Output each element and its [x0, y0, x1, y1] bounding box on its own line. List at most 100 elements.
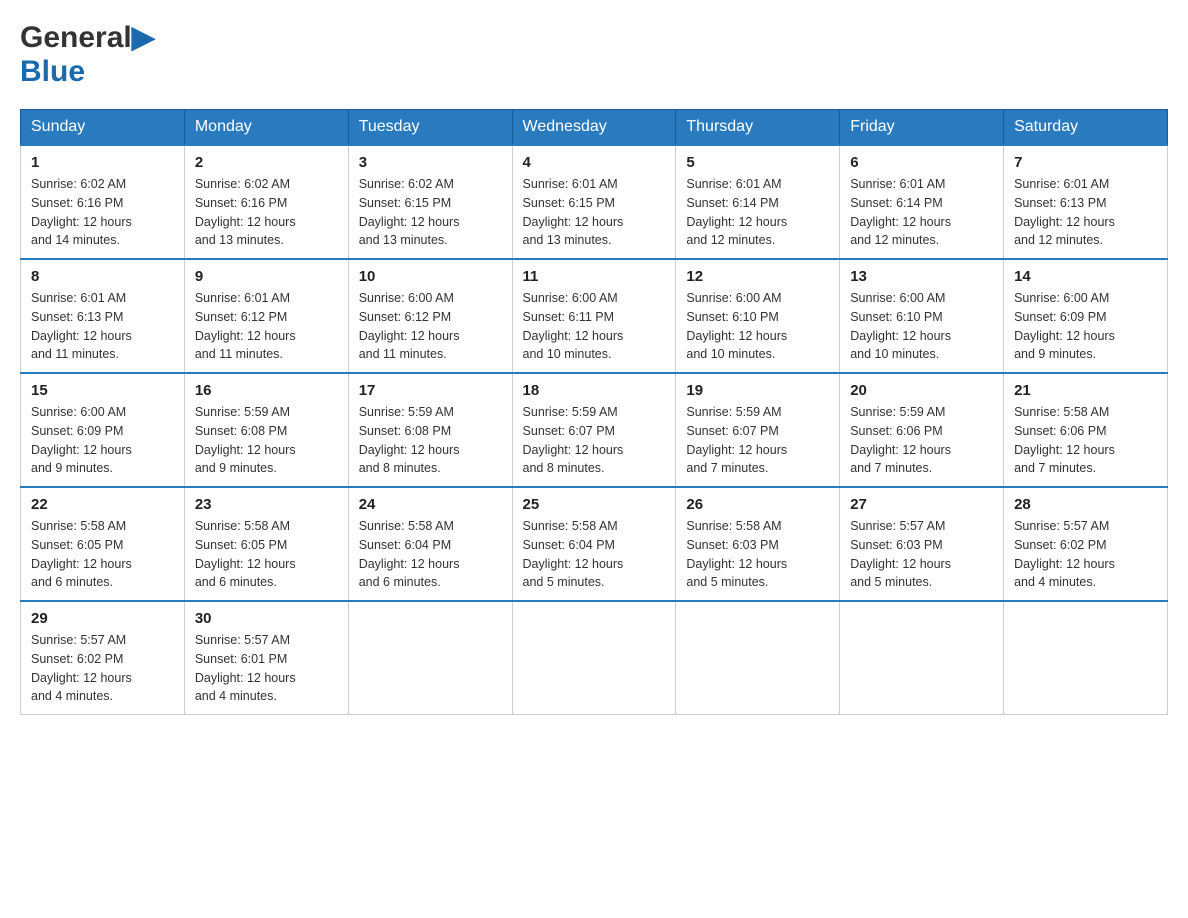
- calendar-day-cell: 14 Sunrise: 6:00 AMSunset: 6:09 PMDayligh…: [1004, 259, 1168, 373]
- calendar-table: SundayMondayTuesdayWednesdayThursdayFrid…: [20, 109, 1168, 715]
- day-number: 28: [1014, 496, 1157, 513]
- calendar-day-cell: 9 Sunrise: 6:01 AMSunset: 6:12 PMDaylight…: [184, 259, 348, 373]
- calendar-day-cell: 3Sunrise: 6:02 AMSunset: 6:15 PMDaylight…: [348, 145, 512, 259]
- day-number: 18: [523, 382, 666, 399]
- day-number: 23: [195, 496, 338, 513]
- day-info: Sunrise: 5:57 AMSunset: 6:02 PMDaylight:…: [1014, 517, 1157, 592]
- calendar-day-cell: 4 Sunrise: 6:01 AMSunset: 6:15 PMDaylight…: [512, 145, 676, 259]
- calendar-week-row: 15 Sunrise: 6:00 AMSunset: 6:09 PMDayligh…: [21, 373, 1168, 487]
- day-info: Sunrise: 6:02 AMSunset: 6:16 PMDaylight:…: [195, 175, 338, 250]
- day-number: 27: [850, 496, 993, 513]
- day-info: Sunrise: 5:58 AMSunset: 6:04 PMDaylight:…: [523, 517, 666, 592]
- day-number: 2: [195, 154, 338, 171]
- calendar-day-cell: 15 Sunrise: 6:00 AMSunset: 6:09 PMDayligh…: [21, 373, 185, 487]
- day-info: Sunrise: 6:01 AMSunset: 6:14 PMDaylight:…: [850, 175, 993, 250]
- day-info: Sunrise: 5:58 AMSunset: 6:03 PMDaylight:…: [686, 517, 829, 592]
- calendar-day-cell: 12 Sunrise: 6:00 AMSunset: 6:10 PMDayligh…: [676, 259, 840, 373]
- day-info: Sunrise: 6:01 AMSunset: 6:15 PMDaylight:…: [523, 175, 666, 250]
- day-info: Sunrise: 6:00 AMSunset: 6:09 PMDaylight:…: [1014, 289, 1157, 364]
- day-info: Sunrise: 6:00 AMSunset: 6:10 PMDaylight:…: [686, 289, 829, 364]
- page-header: General▶ Blue: [20, 20, 1168, 89]
- day-info: Sunrise: 5:59 AMSunset: 6:07 PMDaylight:…: [686, 403, 829, 478]
- day-info: Sunrise: 6:01 AMSunset: 6:13 PMDaylight:…: [1014, 175, 1157, 250]
- calendar-day-cell: 27 Sunrise: 5:57 AMSunset: 6:03 PMDayligh…: [840, 487, 1004, 601]
- calendar-day-cell: 26 Sunrise: 5:58 AMSunset: 6:03 PMDayligh…: [676, 487, 840, 601]
- calendar-header-row: SundayMondayTuesdayWednesdayThursdayFrid…: [21, 110, 1168, 146]
- day-number: 12: [686, 268, 829, 285]
- day-number: 16: [195, 382, 338, 399]
- day-number: 22: [31, 496, 174, 513]
- logo: General▶ Blue: [20, 20, 155, 89]
- calendar-day-cell: 5Sunrise: 6:01 AMSunset: 6:14 PMDaylight…: [676, 145, 840, 259]
- day-info: Sunrise: 6:00 AMSunset: 6:11 PMDaylight:…: [523, 289, 666, 364]
- calendar-day-cell: 6 Sunrise: 6:01 AMSunset: 6:14 PMDaylight…: [840, 145, 1004, 259]
- day-number: 1: [31, 154, 174, 171]
- calendar-header-friday: Friday: [840, 110, 1004, 146]
- day-number: 20: [850, 382, 993, 399]
- day-info: Sunrise: 5:57 AMSunset: 6:01 PMDaylight:…: [195, 631, 338, 706]
- calendar-day-cell: 7 Sunrise: 6:01 AMSunset: 6:13 PMDaylight…: [1004, 145, 1168, 259]
- logo-general-text: General▶: [20, 20, 155, 55]
- day-info: Sunrise: 6:01 AMSunset: 6:12 PMDaylight:…: [195, 289, 338, 364]
- calendar-header-thursday: Thursday: [676, 110, 840, 146]
- calendar-day-cell: 21 Sunrise: 5:58 AMSunset: 6:06 PMDayligh…: [1004, 373, 1168, 487]
- calendar-day-cell: [840, 601, 1004, 715]
- day-info: Sunrise: 6:00 AMSunset: 6:12 PMDaylight:…: [359, 289, 502, 364]
- day-info: Sunrise: 6:02 AMSunset: 6:15 PMDaylight:…: [359, 175, 502, 250]
- calendar-day-cell: 1 Sunrise: 6:02 AMSunset: 6:16 PMDaylight…: [21, 145, 185, 259]
- logo-blue-text: Blue: [20, 55, 85, 89]
- day-number: 10: [359, 268, 502, 285]
- calendar-header-tuesday: Tuesday: [348, 110, 512, 146]
- day-info: Sunrise: 6:00 AMSunset: 6:10 PMDaylight:…: [850, 289, 993, 364]
- day-info: Sunrise: 5:58 AMSunset: 6:05 PMDaylight:…: [195, 517, 338, 592]
- day-number: 13: [850, 268, 993, 285]
- day-info: Sunrise: 5:57 AMSunset: 6:02 PMDaylight:…: [31, 631, 174, 706]
- calendar-day-cell: 20Sunrise: 5:59 AMSunset: 6:06 PMDayligh…: [840, 373, 1004, 487]
- calendar-day-cell: 23 Sunrise: 5:58 AMSunset: 6:05 PMDayligh…: [184, 487, 348, 601]
- calendar-day-cell: 25Sunrise: 5:58 AMSunset: 6:04 PMDayligh…: [512, 487, 676, 601]
- day-number: 29: [31, 610, 174, 627]
- day-number: 14: [1014, 268, 1157, 285]
- day-number: 19: [686, 382, 829, 399]
- calendar-day-cell: [676, 601, 840, 715]
- day-info: Sunrise: 6:00 AMSunset: 6:09 PMDaylight:…: [31, 403, 174, 478]
- calendar-day-cell: 30Sunrise: 5:57 AMSunset: 6:01 PMDayligh…: [184, 601, 348, 715]
- day-info: Sunrise: 5:59 AMSunset: 6:08 PMDaylight:…: [195, 403, 338, 478]
- day-info: Sunrise: 5:59 AMSunset: 6:07 PMDaylight:…: [523, 403, 666, 478]
- calendar-day-cell: 2 Sunrise: 6:02 AMSunset: 6:16 PMDaylight…: [184, 145, 348, 259]
- calendar-day-cell: 19 Sunrise: 5:59 AMSunset: 6:07 PMDayligh…: [676, 373, 840, 487]
- calendar-day-cell: [512, 601, 676, 715]
- day-number: 9: [195, 268, 338, 285]
- day-number: 6: [850, 154, 993, 171]
- day-number: 8: [31, 268, 174, 285]
- day-info: Sunrise: 5:58 AMSunset: 6:05 PMDaylight:…: [31, 517, 174, 592]
- calendar-day-cell: 29 Sunrise: 5:57 AMSunset: 6:02 PMDayligh…: [21, 601, 185, 715]
- day-number: 26: [686, 496, 829, 513]
- day-number: 7: [1014, 154, 1157, 171]
- calendar-day-cell: 13 Sunrise: 6:00 AMSunset: 6:10 PMDayligh…: [840, 259, 1004, 373]
- calendar-day-cell: 18 Sunrise: 5:59 AMSunset: 6:07 PMDayligh…: [512, 373, 676, 487]
- calendar-header-saturday: Saturday: [1004, 110, 1168, 146]
- calendar-day-cell: 10 Sunrise: 6:00 AMSunset: 6:12 PMDayligh…: [348, 259, 512, 373]
- day-number: 15: [31, 382, 174, 399]
- calendar-header-wednesday: Wednesday: [512, 110, 676, 146]
- day-info: Sunrise: 6:02 AMSunset: 6:16 PMDaylight:…: [31, 175, 174, 250]
- day-number: 21: [1014, 382, 1157, 399]
- day-info: Sunrise: 5:59 AMSunset: 6:08 PMDaylight:…: [359, 403, 502, 478]
- calendar-week-row: 29 Sunrise: 5:57 AMSunset: 6:02 PMDayligh…: [21, 601, 1168, 715]
- day-info: Sunrise: 6:01 AMSunset: 6:14 PMDaylight:…: [686, 175, 829, 250]
- calendar-day-cell: [1004, 601, 1168, 715]
- calendar-week-row: 1 Sunrise: 6:02 AMSunset: 6:16 PMDaylight…: [21, 145, 1168, 259]
- calendar-day-cell: 28 Sunrise: 5:57 AMSunset: 6:02 PMDayligh…: [1004, 487, 1168, 601]
- day-number: 4: [523, 154, 666, 171]
- calendar-day-cell: 11Sunrise: 6:00 AMSunset: 6:11 PMDayligh…: [512, 259, 676, 373]
- calendar-day-cell: 16 Sunrise: 5:59 AMSunset: 6:08 PMDayligh…: [184, 373, 348, 487]
- day-info: Sunrise: 5:58 AMSunset: 6:04 PMDaylight:…: [359, 517, 502, 592]
- day-info: Sunrise: 5:58 AMSunset: 6:06 PMDaylight:…: [1014, 403, 1157, 478]
- calendar-day-cell: [348, 601, 512, 715]
- day-info: Sunrise: 5:57 AMSunset: 6:03 PMDaylight:…: [850, 517, 993, 592]
- calendar-header-sunday: Sunday: [21, 110, 185, 146]
- calendar-week-row: 8 Sunrise: 6:01 AMSunset: 6:13 PMDaylight…: [21, 259, 1168, 373]
- day-info: Sunrise: 6:01 AMSunset: 6:13 PMDaylight:…: [31, 289, 174, 364]
- calendar-header-monday: Monday: [184, 110, 348, 146]
